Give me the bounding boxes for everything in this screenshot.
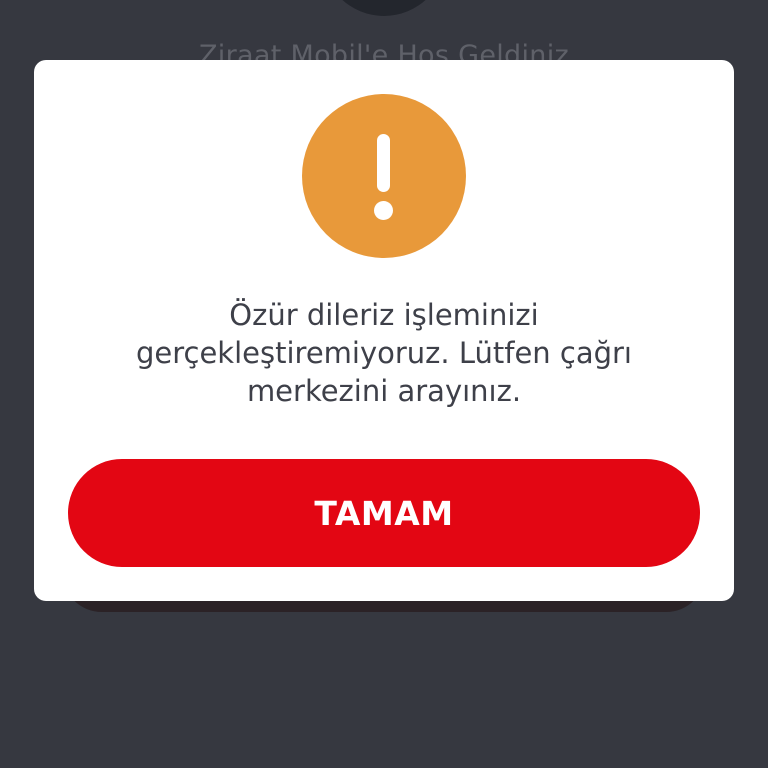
- dialog-message-line: merkezini arayınız.: [246, 374, 522, 408]
- alert-dialog: Özür dileriz işleminizi gerçekleştiremiy…: [34, 60, 734, 601]
- dialog-message: Özür dileriz işleminizi gerçekleştiremiy…: [54, 296, 714, 410]
- dialog-message-line: gerçekleştiremiyoruz. Lütfen çağrı: [135, 336, 632, 370]
- exclamation-bar: [377, 134, 390, 192]
- screen: Ziraat Mobil'e Hoş Geldiniz Özür dileriz…: [0, 0, 768, 768]
- dialog-message-line: Özür dileriz işleminizi: [229, 298, 539, 332]
- exclamation-dot: [374, 201, 393, 220]
- confirm-button[interactable]: TAMAM: [68, 459, 700, 567]
- background-avatar: [322, 0, 446, 16]
- exclamation-alert-icon: [302, 94, 466, 258]
